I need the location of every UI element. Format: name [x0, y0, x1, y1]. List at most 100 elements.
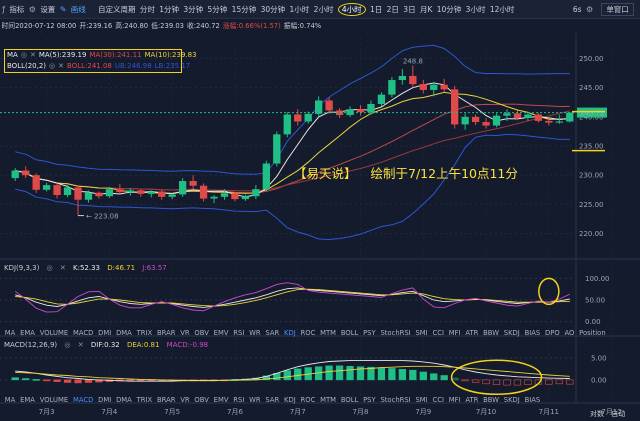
indicator-legend: MA ◎ ✕ MA(5):239.19 MA(30):241.11 MA(10)…: [4, 49, 197, 73]
candle-body: [178, 181, 187, 195]
kdj-tab-obv[interactable]: OBV: [194, 329, 208, 337]
kdj-tab-rsi[interactable]: RSI: [233, 329, 244, 337]
kdj-tab-mfi[interactable]: MFI: [449, 329, 461, 337]
macd-dif-line: [15, 360, 570, 382]
kdj-tab-skdj[interactable]: SKDJ: [504, 329, 520, 337]
close-icon[interactable]: ✕: [58, 61, 64, 72]
candle-body: [325, 100, 333, 111]
kdj-tab-trix[interactable]: TRIX: [137, 329, 153, 337]
kdj-tab-position[interactable]: Position: [579, 329, 605, 337]
macd-tab-dmi[interactable]: DMI: [98, 396, 111, 404]
kdj-tab-bias[interactable]: BIAS: [525, 329, 541, 337]
macd-tab-wr[interactable]: WR: [249, 396, 260, 404]
macd-bar: [325, 365, 333, 381]
close-icon[interactable]: ✕: [30, 50, 36, 61]
close-icon[interactable]: ✕: [78, 341, 84, 349]
kdj-tab-volume[interactable]: VOLUME: [40, 329, 68, 337]
macd-tab-emv[interactable]: EMV: [214, 396, 229, 404]
macd-tab-psy[interactable]: PSY: [363, 396, 376, 404]
scale-mode-auto[interactable]: 自动: [611, 410, 625, 418]
candle-body: [273, 134, 281, 164]
low-price-label: ← 223.08: [86, 213, 119, 221]
kdj-tab-stochrsi[interactable]: StochRSI: [380, 329, 410, 337]
macd-dea: DEA:0.81: [126, 341, 160, 349]
eye-icon[interactable]: ◎: [64, 341, 70, 349]
macd-tab-mfi[interactable]: MFI: [449, 396, 461, 404]
macd-bar: [32, 379, 40, 381]
candle-body: [513, 113, 522, 118]
kdj-tab-emv[interactable]: EMV: [214, 329, 229, 337]
eye-icon[interactable]: ◎: [49, 61, 55, 72]
kdj-tab-dpo[interactable]: DPO: [545, 329, 560, 337]
macd-tab-kdj[interactable]: KDJ: [284, 396, 296, 404]
kdj-tab-kdj[interactable]: KDJ: [284, 329, 296, 337]
kdj-tab-sar[interactable]: SAR: [265, 329, 279, 337]
candle-body: [189, 181, 197, 186]
eye-icon[interactable]: ◎: [47, 264, 53, 272]
eye-icon[interactable]: ◎: [21, 50, 27, 61]
macd-tab-volume[interactable]: VOLUME: [40, 396, 68, 404]
macd-tab-roc[interactable]: ROC: [301, 396, 316, 404]
price-tick-label: 225.00: [579, 201, 604, 209]
ma5-value: MA(5):239.19: [38, 51, 87, 59]
macd-bar: [566, 379, 574, 385]
macd-tab-trix[interactable]: TRIX: [137, 396, 153, 404]
candle-body: [398, 75, 407, 81]
candle-body: [262, 163, 271, 190]
macd-tab-bias[interactable]: BIAS: [525, 396, 541, 404]
macd-tab-atr[interactable]: ATR: [465, 396, 478, 404]
indicator-tabs-macd: MA EMA VOLUME MACD DMI DMA TRIX BRAR VR OBV EMV RSI…: [0, 395, 610, 405]
x-tick-label: 7月9: [415, 408, 431, 416]
macd-bar: [367, 366, 375, 381]
macd-tab-cci[interactable]: CCI: [432, 396, 444, 404]
ma30-value: MA(30):241.11: [89, 51, 142, 59]
macd-tab-sar[interactable]: SAR: [265, 396, 279, 404]
price-tick-label: 245.00: [579, 84, 604, 92]
macd-tab-vr[interactable]: VR: [180, 396, 189, 404]
macd-tab-ema[interactable]: EMA: [20, 396, 35, 404]
macd-tab-bbw[interactable]: BBW: [483, 396, 499, 404]
kdj-tick-label: 50.00: [585, 297, 605, 305]
macd-tab-obv[interactable]: OBV: [194, 396, 208, 404]
kdj-tab-dma[interactable]: DMA: [116, 329, 132, 337]
macd-tab-brar[interactable]: BRAR: [157, 396, 175, 404]
kdj-tab-vr[interactable]: VR: [180, 329, 189, 337]
kdj-tab-wr[interactable]: WR: [249, 329, 260, 337]
candle-body: [304, 113, 312, 122]
kdj-tab-roc[interactable]: ROC: [301, 329, 316, 337]
candle-body: [116, 189, 124, 193]
macd-tab-macd[interactable]: MACD: [73, 396, 93, 404]
macd-tab-ma[interactable]: MA: [5, 396, 16, 404]
kdj-tab-ao[interactable]: AO: [564, 329, 574, 337]
macd-tab-smi[interactable]: SMI: [415, 396, 427, 404]
macd-tab-boll[interactable]: BOLL: [341, 396, 358, 404]
kdj-tab-cci[interactable]: CCI: [432, 329, 444, 337]
kdj-tab-atr[interactable]: ATR: [465, 329, 478, 337]
kdj-tab-ema[interactable]: EMA: [20, 329, 35, 337]
macd-tab-rsi[interactable]: RSI: [233, 396, 244, 404]
scale-mode-log[interactable]: 对数: [590, 410, 604, 418]
macd-tab-mtm[interactable]: MTM: [320, 396, 336, 404]
macd-tab-dma[interactable]: DMA: [116, 396, 132, 404]
annotation-author: 【易天说】: [294, 166, 357, 181]
kdj-tab-smi[interactable]: SMI: [415, 329, 427, 337]
candle-body: [461, 116, 469, 125]
macd-bar: [377, 367, 386, 381]
kdj-tab-ma[interactable]: MA: [5, 329, 16, 337]
kdj-tab-macd[interactable]: MACD: [73, 329, 93, 337]
close-icon[interactable]: ✕: [60, 264, 66, 272]
kdj-tab-bbw[interactable]: BBW: [483, 329, 499, 337]
macd-tab-stochrsi[interactable]: StochRSI: [380, 396, 410, 404]
kdj-tab-boll[interactable]: BOLL: [341, 329, 358, 337]
kdj-k: K:52.33: [73, 264, 101, 272]
macd-tab-skdj[interactable]: SKDJ: [504, 396, 520, 404]
kdj-d: D:46.71: [107, 264, 136, 272]
kdj-tab-brar[interactable]: BRAR: [157, 329, 175, 337]
kdj-tab-mtm[interactable]: MTM: [320, 329, 336, 337]
candle-body: [409, 75, 417, 85]
macd-bar: [283, 370, 291, 381]
kdj-tab-dmi[interactable]: DMI: [98, 329, 111, 337]
candle-body: [471, 116, 480, 123]
kdj-tab-psy[interactable]: PSY: [363, 329, 376, 337]
candle-body: [22, 170, 30, 176]
